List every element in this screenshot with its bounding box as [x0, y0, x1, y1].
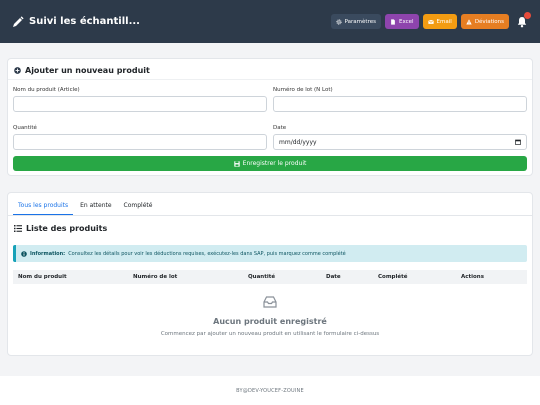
date-placeholder: mm/dd/yyyy	[279, 138, 317, 146]
col-quantity: Quantité	[248, 274, 276, 280]
col-completed: Complété	[378, 274, 408, 280]
date-label: Date	[273, 125, 287, 131]
deviations-label: Déviations	[474, 18, 504, 25]
empty-state-title: Aucun produit enregistré	[213, 317, 327, 326]
tab-completed[interactable]: Complété	[119, 199, 158, 216]
email-button[interactable]: Email	[422, 14, 457, 29]
product-name-input[interactable]	[13, 96, 267, 112]
col-product-name: Nom du produit	[18, 274, 67, 280]
save-product-button[interactable]: Enregistrer le produit	[13, 156, 527, 171]
product-name-label: Nom du produit (Article)	[13, 87, 80, 93]
table-header: Nom du produit Numéro de lot Quantité Da…	[13, 270, 527, 284]
col-lot-number: Numéro de lot	[133, 274, 178, 280]
info-text: Consultez les détails pour voir les dédu…	[68, 250, 346, 257]
top-navbar: Suivi les échantill... Paramètres Excel …	[0, 0, 540, 43]
tab-all-products[interactable]: Tous les produits	[13, 199, 74, 216]
excel-button[interactable]: Excel	[384, 14, 419, 29]
product-list-card: Tous les produits En attente Complété Li…	[7, 192, 533, 356]
tab-pending[interactable]: En attente	[75, 199, 116, 216]
save-product-label: Enregistrer le produit	[242, 160, 307, 167]
lot-number-input[interactable]	[273, 96, 527, 112]
calendar-icon[interactable]	[515, 139, 521, 145]
empty-state-subtitle: Commencez par ajouter un nouveau produit…	[160, 331, 380, 337]
add-product-title-text: Ajouter un nouveau produit	[25, 66, 150, 75]
info-icon	[21, 250, 27, 257]
deviations-button[interactable]: Déviations	[460, 14, 509, 29]
col-actions: Actions	[461, 274, 484, 280]
excel-label: Excel	[398, 18, 414, 25]
inbox-icon	[263, 296, 277, 308]
plus-circle-icon	[14, 67, 21, 74]
info-label: Information:	[30, 250, 66, 257]
notification-badge	[524, 11, 531, 19]
app-brand[interactable]: Suivi les échantill...	[12, 15, 140, 28]
list-icon	[14, 225, 22, 232]
product-list-title: Liste des produits	[14, 224, 107, 233]
notifications-button[interactable]	[516, 11, 531, 28]
file-excel-icon	[391, 18, 395, 25]
footer-credit: BY@DEV-YOUCEF-ZOUINE	[236, 388, 304, 394]
floppy-icon	[233, 160, 240, 167]
pen-icon	[13, 15, 24, 27]
col-date: Date	[326, 274, 341, 280]
info-alert: Information: Consultez les détails pour …	[13, 245, 527, 262]
date-input[interactable]: mm/dd/yyyy	[273, 134, 527, 150]
add-product-title: Ajouter un nouveau produit	[14, 66, 150, 75]
product-list-title-text: Liste des produits	[26, 224, 108, 233]
email-label: Email	[436, 18, 452, 25]
settings-button[interactable]: Paramètres	[330, 14, 381, 29]
app-title: Suivi les échantill...	[29, 16, 140, 27]
card-divider	[8, 79, 532, 80]
gear-icon	[336, 18, 342, 25]
settings-label: Paramètres	[344, 18, 376, 25]
quantity-label: Quantité	[13, 125, 37, 131]
lot-number-label: Numéro de lot (N Lot)	[273, 87, 333, 93]
tabs-divider	[8, 215, 532, 216]
quantity-input[interactable]	[13, 134, 267, 150]
add-product-card: Ajouter un nouveau produit Nom du produi…	[7, 58, 533, 176]
warning-icon	[466, 18, 472, 24]
envelope-icon	[427, 19, 434, 24]
filter-tabs: Tous les produits En attente Complété	[13, 199, 159, 216]
